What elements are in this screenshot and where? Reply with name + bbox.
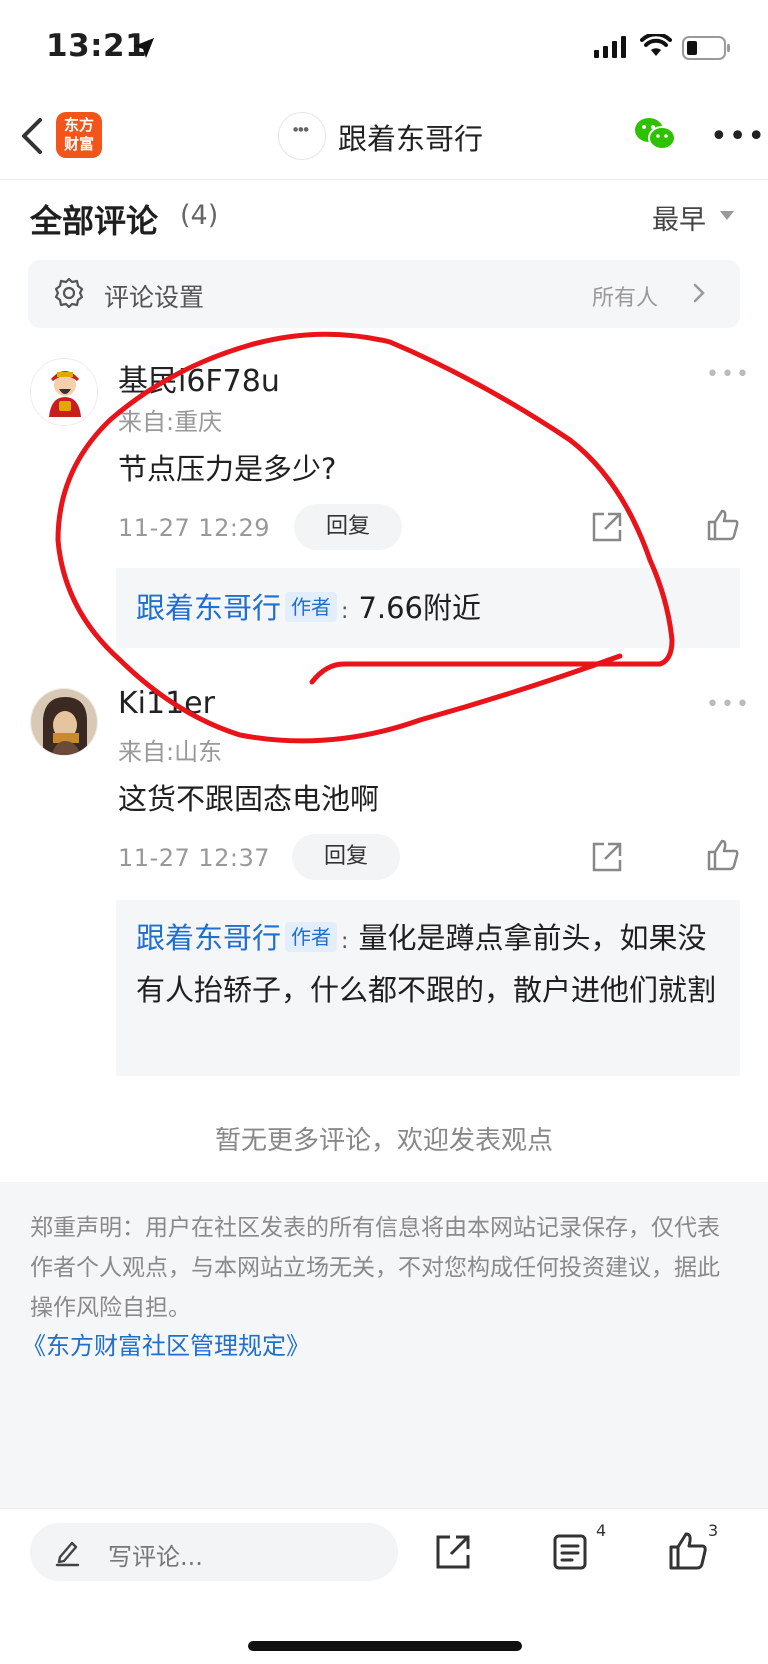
disclaimer-text: 郑重声明：用户在社区发表的所有信息将由本网站记录保存，仅代表作者个人观点，与本网…	[30, 1215, 720, 1321]
gear-icon	[54, 277, 84, 309]
battery-icon	[682, 36, 730, 60]
cellular-signal-icon	[594, 36, 626, 58]
reply-colon: :	[341, 599, 349, 624]
share-icon[interactable]	[434, 1533, 472, 1571]
author-reply: 跟着东哥行 作者:7.66附近	[116, 568, 740, 648]
location-arrow-icon	[134, 38, 154, 58]
home-indicator[interactable]	[248, 1641, 522, 1651]
disclaimer-area: 郑重声明：用户在社区发表的所有信息将由本网站记录保存，仅代表作者个人观点，与本网…	[0, 1182, 768, 1508]
comment-username[interactable]: Ki11er	[118, 686, 215, 721]
app-logo[interactable]: 东方 财富	[56, 112, 102, 158]
settings-label: 评论设置	[104, 283, 205, 312]
logo-text-bottom: 财富	[63, 135, 94, 153]
sort-select[interactable]: 最早	[652, 198, 706, 237]
logo-text-top: 东方	[63, 116, 94, 134]
comment-location: 来自:山东	[118, 738, 223, 766]
fortune-god-avatar-icon	[31, 359, 97, 425]
comment-time: 11-27 12:37	[118, 844, 271, 872]
comment-settings-row[interactable]: 评论设置 所有人	[28, 260, 740, 328]
comment-list-icon[interactable]	[552, 1533, 588, 1571]
comment-input-placeholder: 写评论...	[108, 1543, 203, 1571]
bottom-bar: 写评论... 4 3	[0, 1508, 768, 1664]
reply-button[interactable]: 回复	[294, 504, 402, 550]
comment-time: 11-27 12:29	[118, 514, 271, 542]
avatar[interactable]	[30, 688, 98, 756]
comments-title: 全部评论	[30, 202, 159, 240]
comment-username[interactable]: 基民i6F78u	[118, 356, 280, 400]
wifi-icon	[640, 34, 672, 56]
comment-location: 来自:重庆	[118, 408, 223, 436]
no-more-comments: 暂无更多评论，欢迎发表观点	[214, 1126, 553, 1156]
chevron-right-icon	[693, 283, 705, 303]
wechat-icon[interactable]	[634, 116, 676, 152]
comment-input[interactable]: 写评论...	[30, 1523, 398, 1581]
back-arrow-icon[interactable]	[16, 114, 48, 158]
thumbs-up-icon[interactable]	[706, 508, 740, 542]
comment-text: 节点压力是多少?	[118, 452, 337, 486]
community-rules-link[interactable]: 《东方财富社区管理规定》	[22, 1326, 310, 1361]
author-reply: 跟着东哥行 作者: 量化是蹲点拿前头，如果没有人抬轿子，什么都不跟的，散户进他们就割	[116, 900, 740, 1076]
comment-text: 这货不跟固态电池啊	[118, 782, 380, 816]
status-bar: 13:21	[0, 0, 768, 96]
thumbs-up-icon[interactable]	[668, 1531, 708, 1571]
pen-icon	[55, 1541, 80, 1567]
page-title: 跟着东哥行	[338, 122, 484, 156]
like-count-badge: 3	[708, 1521, 719, 1540]
nav-bar: 东方 财富 ●●● 跟着东哥行 •••	[0, 96, 768, 180]
author-badge: 作者	[285, 922, 338, 952]
reply-button[interactable]: 回复	[292, 834, 400, 880]
more-options-icon[interactable]: •••	[710, 122, 766, 152]
reply-author[interactable]: 跟着东哥行	[136, 591, 281, 625]
reply-text: 7.66附近	[358, 591, 482, 625]
user-photo-avatar-icon	[31, 689, 97, 755]
author-badge: 作者	[285, 592, 338, 622]
reply-colon: :	[341, 929, 349, 954]
reply-author[interactable]: 跟着东哥行	[136, 921, 281, 955]
settings-value: 所有人	[592, 286, 659, 311]
comments-count: (4)	[180, 200, 219, 231]
account-avatar[interactable]: ●●●	[278, 112, 326, 160]
share-icon[interactable]	[590, 510, 624, 544]
more-options-icon[interactable]: •••	[706, 362, 751, 387]
caret-down-icon[interactable]	[720, 211, 734, 220]
comment-count-badge: 4	[596, 1521, 607, 1540]
avatar[interactable]	[30, 358, 98, 426]
thumbs-up-icon[interactable]	[706, 838, 740, 872]
more-options-icon[interactable]: •••	[706, 692, 751, 717]
share-icon[interactable]	[590, 840, 624, 874]
